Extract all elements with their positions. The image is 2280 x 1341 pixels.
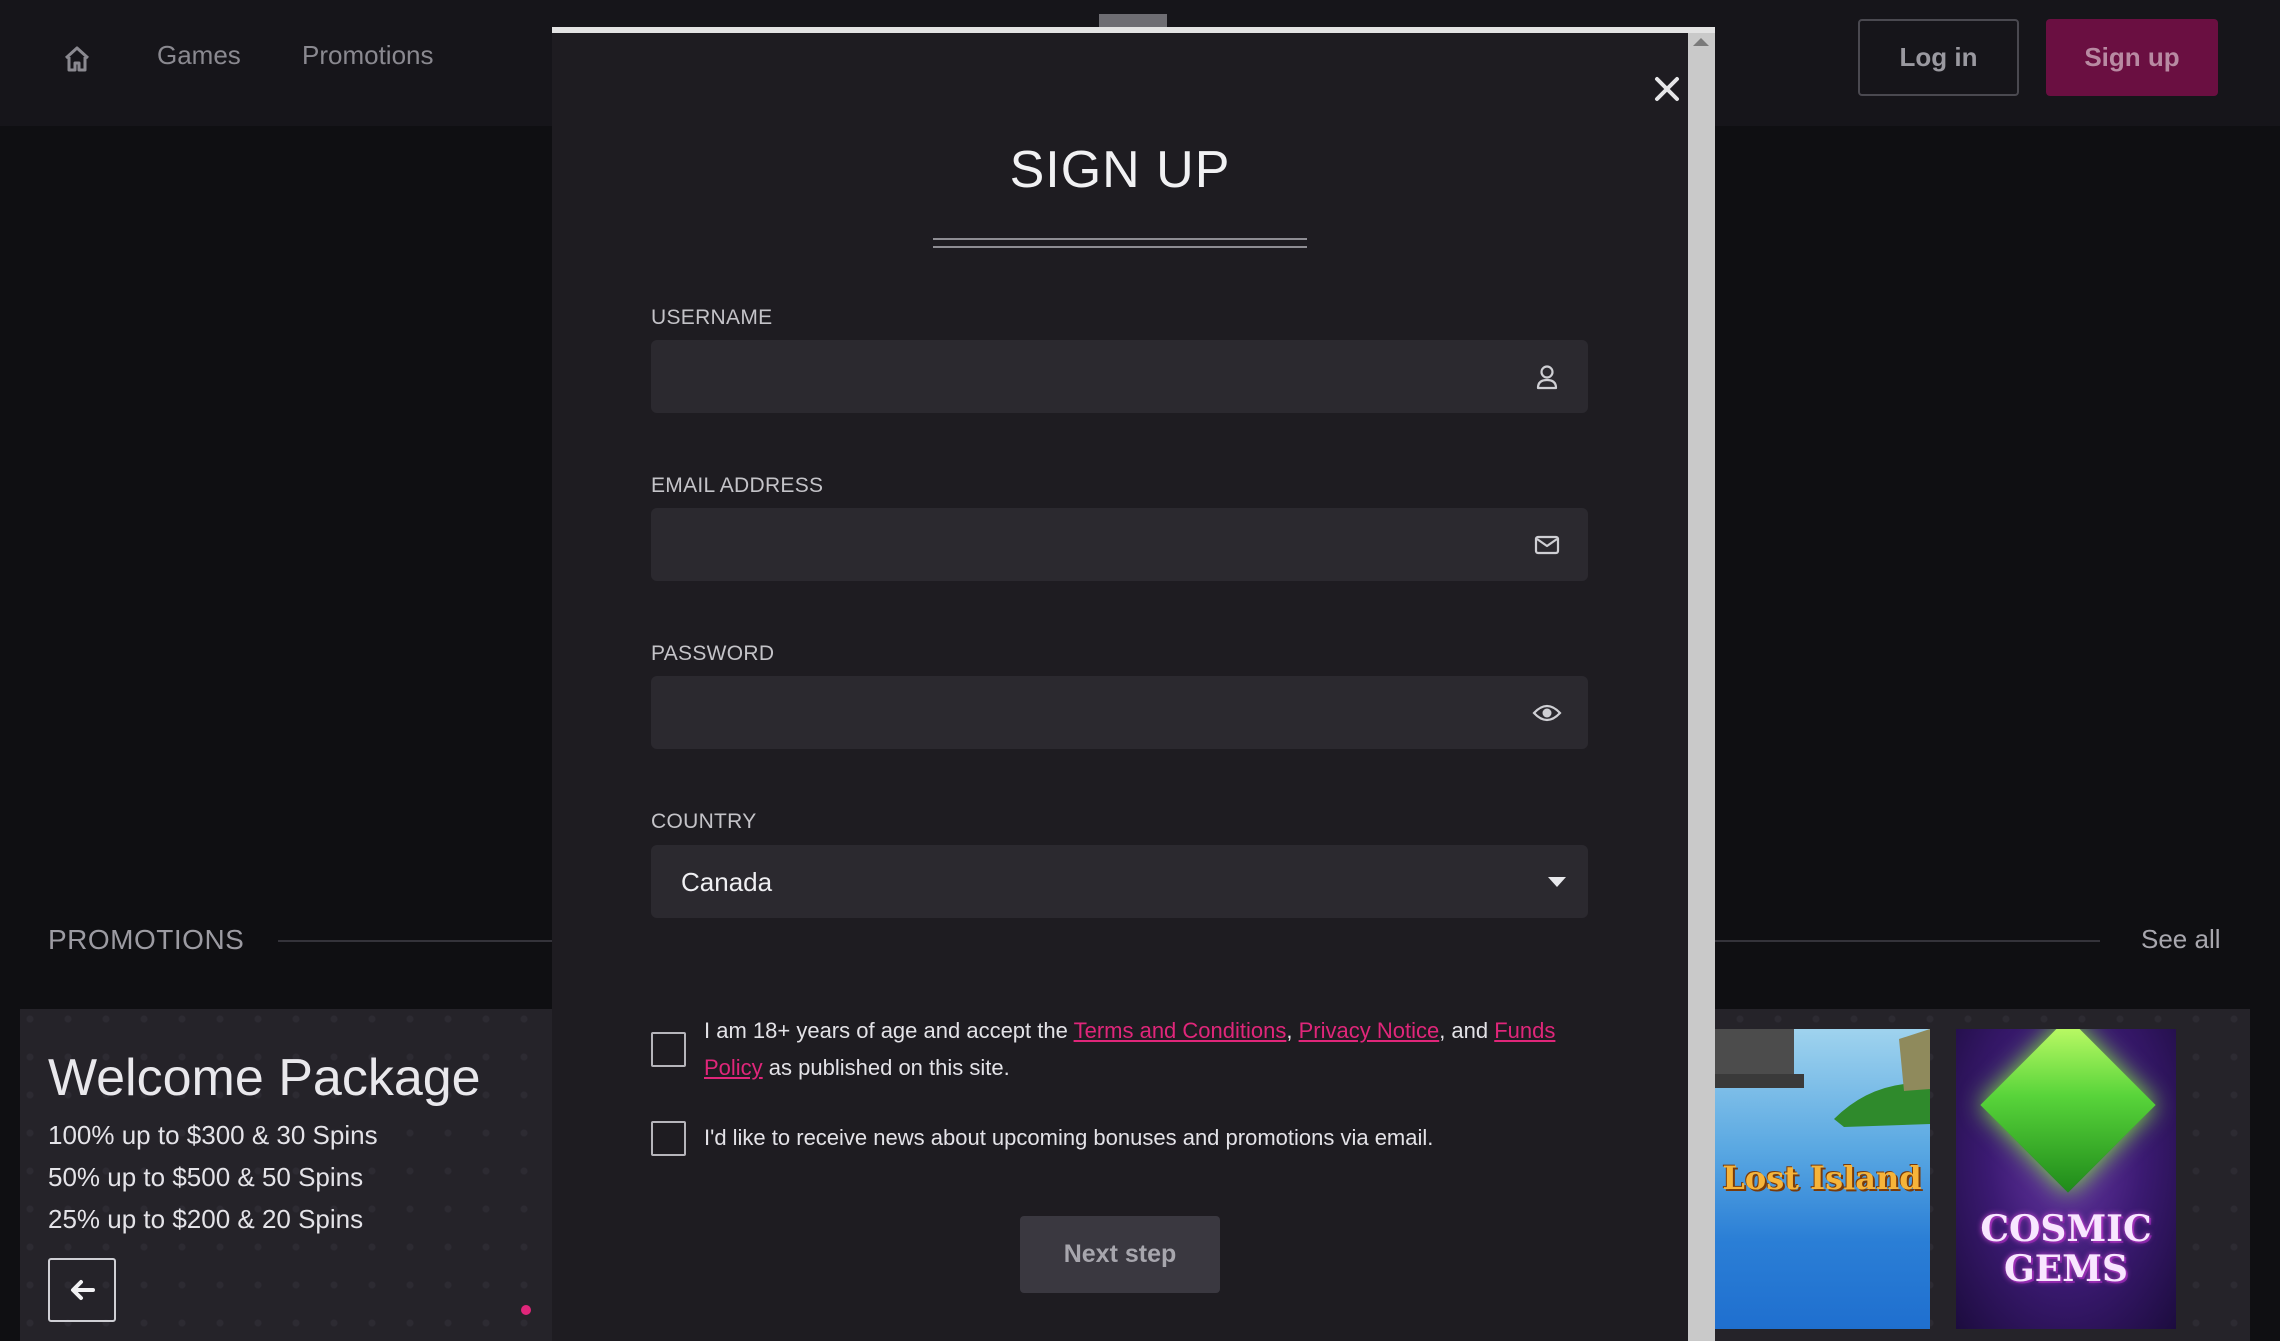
username-field[interactable]: [651, 340, 1588, 413]
modal-title: SIGN UP: [1009, 141, 1231, 199]
country-selected-value: Canada: [681, 867, 773, 897]
divider: [1714, 940, 2100, 942]
scroll-up-arrow-icon[interactable]: [1693, 38, 1709, 46]
consent-text: as published on this site.: [762, 1055, 1010, 1080]
promotion-offer-line: 50% up to $500 & 50 Spins: [48, 1162, 364, 1192]
promotions-heading: PROMOTIONS: [48, 924, 245, 955]
consent-separator: ,: [1286, 1018, 1299, 1043]
nav-games-link[interactable]: Games: [157, 40, 241, 71]
consent-text: I am 18+ years of age and accept the: [704, 1018, 1074, 1043]
password-label: PASSWORD: [651, 642, 775, 665]
game-title: COSMIC GEMS: [1980, 1208, 2152, 1290]
age-terms-text: I am 18+ years of age and accept the Ter…: [704, 1012, 1584, 1086]
password-field[interactable]: [651, 676, 1588, 749]
arrow-left-icon: [71, 1280, 95, 1300]
carousel-prev-button[interactable]: [48, 1258, 116, 1322]
promotion-title: Welcome Package: [48, 1049, 481, 1107]
consent-separator: , and: [1439, 1018, 1495, 1043]
signup-button[interactable]: Sign up: [2046, 19, 2218, 96]
next-step-button[interactable]: Next step: [1020, 1216, 1220, 1293]
username-label: USERNAME: [651, 306, 773, 329]
email-input[interactable]: [651, 508, 1511, 581]
carousel-dot-active[interactable]: [521, 1305, 531, 1315]
game-tile-lost-island[interactable]: Lost Island: [1714, 1029, 1930, 1329]
age-terms-checkbox[interactable]: [651, 1032, 686, 1067]
close-icon[interactable]: [1650, 72, 1684, 106]
country-select[interactable]: Canada: [651, 845, 1588, 918]
privacy-notice-link[interactable]: Privacy Notice: [1299, 1018, 1440, 1043]
eye-icon[interactable]: [1532, 698, 1562, 728]
login-button[interactable]: Log in: [1858, 19, 2019, 96]
game-title: Lost Island: [1722, 1159, 1922, 1197]
promotion-offer-line: 100% up to $300 & 30 Spins: [48, 1120, 378, 1150]
nav-promotions-link[interactable]: Promotions: [302, 40, 434, 71]
home-icon[interactable]: [60, 42, 94, 76]
chevron-down-icon: [1548, 877, 1566, 887]
modal-scrollbar[interactable]: [1688, 33, 1715, 1341]
game-tile-cosmic-gems[interactable]: COSMIC GEMS: [1956, 1029, 2176, 1329]
title-divider: [933, 238, 1307, 248]
user-icon: [1532, 362, 1562, 392]
country-label: COUNTRY: [651, 810, 757, 833]
divider: [278, 940, 553, 942]
password-input[interactable]: [651, 676, 1511, 749]
gem-image: [1980, 1029, 2156, 1193]
newsletter-checkbox[interactable]: [651, 1121, 686, 1156]
terms-link[interactable]: Terms and Conditions: [1074, 1018, 1287, 1043]
newsletter-text: I'd like to receive news about upcoming …: [704, 1125, 1434, 1150]
email-label: EMAIL ADDRESS: [651, 474, 824, 497]
username-input[interactable]: [651, 340, 1511, 413]
see-all-link[interactable]: See all: [2141, 924, 2221, 955]
promotion-offer-line: 25% up to $200 & 20 Spins: [48, 1204, 364, 1234]
envelope-icon: [1532, 530, 1562, 560]
email-field[interactable]: [651, 508, 1588, 581]
